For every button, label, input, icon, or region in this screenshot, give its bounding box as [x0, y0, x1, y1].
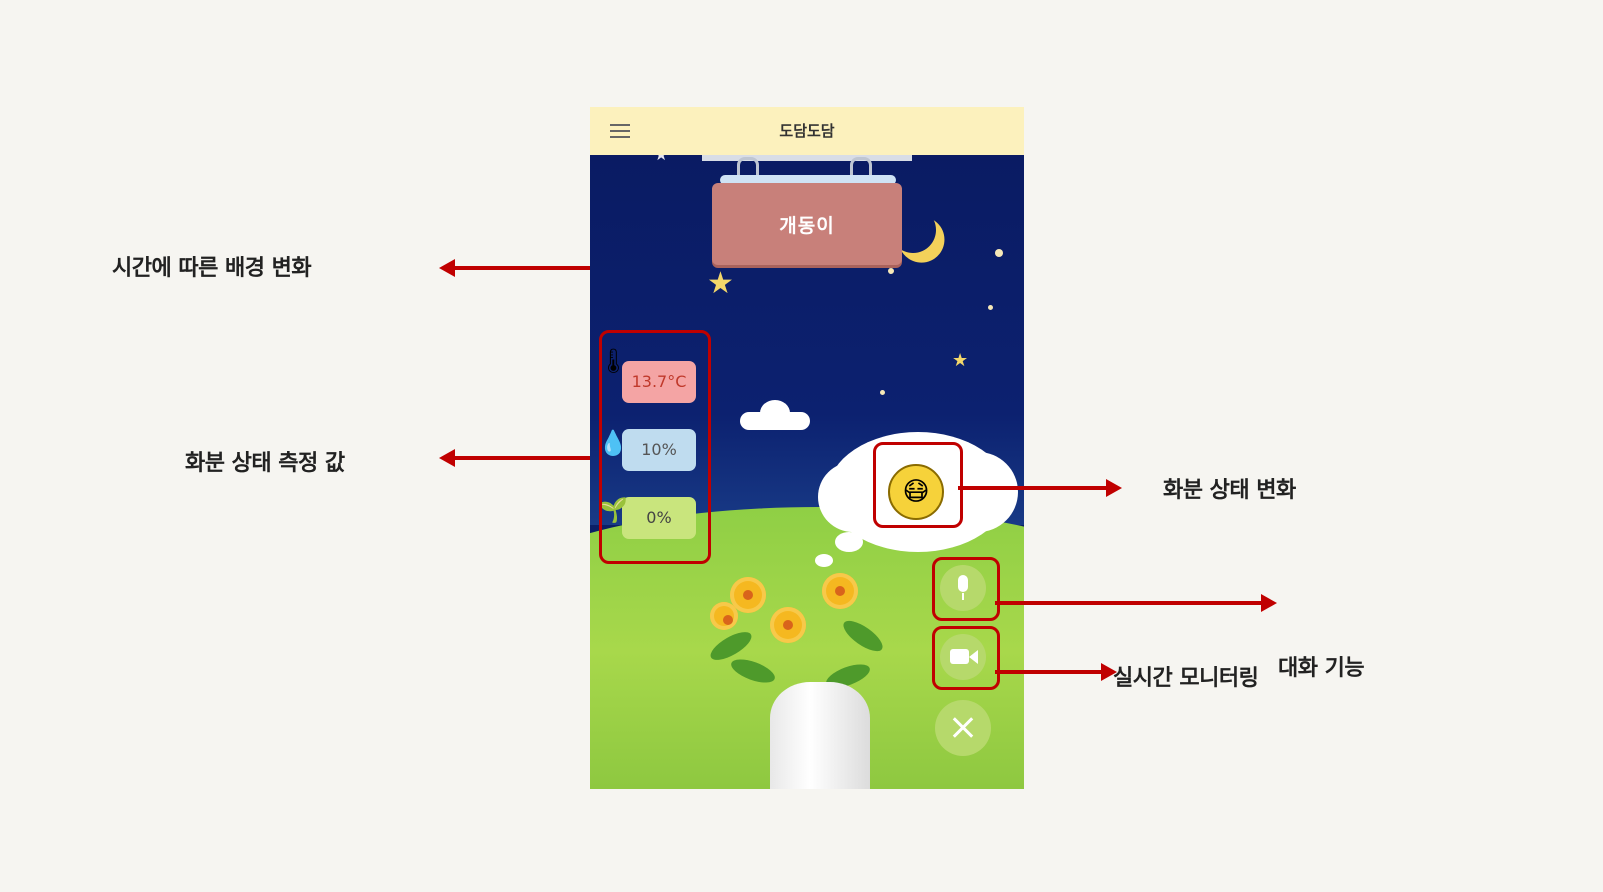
video-camera-lens [969, 650, 978, 664]
flower [710, 602, 738, 630]
plant-name: 개동이 [779, 215, 835, 237]
plant-name-sign: 개동이 [712, 183, 902, 265]
annotation-arrow-monitoring [995, 663, 1117, 681]
vase [770, 682, 870, 789]
phone-screen: 도담도담 ★ ★ ★ 개동이 13.7°C 🌡 10% 💧 0% 🌱 😷 [590, 107, 1024, 789]
star-dot [888, 268, 894, 274]
flower [770, 607, 806, 643]
app-bar: 도담도담 [590, 107, 1024, 155]
annotation-plant-status: 화분 상태 변화 [1163, 478, 1296, 503]
star-icon: ★ [952, 350, 969, 371]
monitoring-button[interactable] [940, 634, 986, 680]
flower [822, 573, 858, 609]
annotation-arrow-measurements [439, 449, 608, 467]
star-icon: ★ [707, 266, 734, 301]
annotation-measurements: 화분 상태 측정 값 [185, 451, 345, 476]
annotation-arrow-status [958, 479, 1122, 497]
close-button[interactable] [935, 700, 991, 756]
voice-chat-button[interactable] [940, 565, 986, 611]
star-dot [880, 390, 885, 395]
thought-bubble-dot [815, 554, 833, 567]
star-dot [988, 305, 993, 310]
annotation-chat: 대화 기능 [1278, 656, 1365, 681]
microphone-icon [958, 575, 968, 592]
measurements-highlight [599, 330, 711, 564]
video-camera-icon [950, 649, 969, 664]
app-title: 도담도담 [779, 122, 835, 140]
annotation-monitoring: 실시간 모니터링 [1113, 666, 1259, 691]
sign-hanger [702, 155, 912, 161]
cloud-icon [740, 400, 810, 430]
star-dot [995, 249, 1003, 257]
sneezing-face-icon: 😷 [888, 464, 944, 520]
annotation-arrow-chat [995, 594, 1277, 612]
annotation-background: 시간에 따른 배경 변화 [112, 256, 312, 281]
thought-bubble-dot [835, 532, 863, 552]
microphone-stand [962, 593, 964, 600]
